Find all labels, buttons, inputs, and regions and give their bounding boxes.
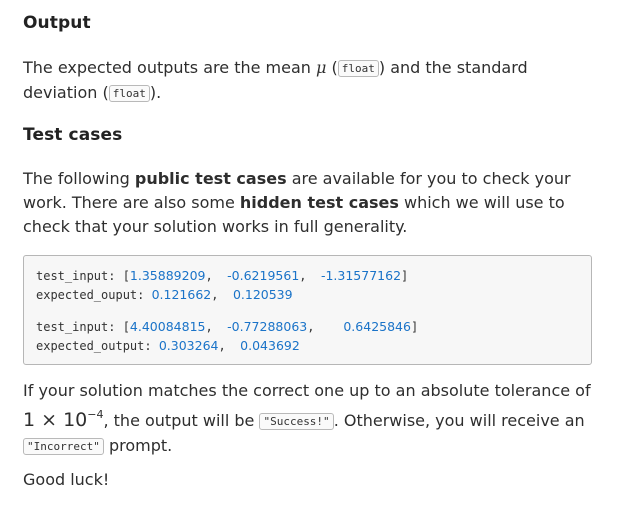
tolerance-base: 1 × 10 — [23, 409, 88, 431]
code-number: 0.120539 — [232, 287, 293, 302]
code-label: test_input: [ — [36, 320, 130, 334]
success-literal-code: "Success!" — [259, 413, 334, 430]
tolerance-text: . Otherwise, you will receive an — [333, 411, 585, 430]
tolerance-exponent: −4 — [87, 408, 104, 421]
hidden-test-cases-bold: hidden test cases — [239, 193, 399, 212]
tolerance-text: prompt. — [103, 436, 173, 455]
tolerance-text: , the output will be — [103, 411, 260, 430]
case1-input-line: test_input: [1.35889209, -0.6219561, -1.… — [36, 268, 409, 283]
output-text: The expected outputs are the mean — [23, 58, 316, 77]
float-type-code: float — [108, 85, 150, 102]
code-number: 4.40084815 — [129, 319, 206, 334]
case1-output-line: expected_ouput: 0.121662, 0.120539 — [36, 287, 293, 302]
code-number: -1.31577162 — [320, 268, 402, 283]
test-cases-code-block: test_input: [1.35889209, -0.6219561, -1.… — [23, 255, 592, 365]
test-cases-heading: Test cases — [23, 125, 123, 145]
output-text: ( — [326, 58, 338, 77]
code-label: expected_ouput: — [36, 288, 152, 302]
case2-input-line: test_input: [4.40084815, -0.77288063, 0.… — [36, 319, 419, 334]
incorrect-literal-code: "Incorrect" — [23, 438, 104, 455]
code-number: -0.6219561 — [227, 268, 300, 283]
code-number: 0.6425846 — [343, 319, 411, 334]
code-number: 0.121662 — [151, 287, 212, 302]
code-label: expected_output: — [36, 339, 159, 353]
code-number: 1.35889209 — [129, 268, 206, 283]
good-luck-text: Good luck! — [23, 470, 110, 489]
output-heading: Output — [23, 13, 91, 33]
public-test-cases-bold: public test cases — [134, 169, 287, 188]
mu-symbol: μ — [316, 58, 327, 77]
output-description: The expected outputs are the mean μ (flo… — [23, 56, 598, 106]
tolerance-description: If your solution matches the correct one… — [23, 379, 598, 459]
test-cases-description: The following public test cases are avai… — [23, 167, 598, 239]
float-type-code: float — [337, 60, 379, 77]
code-label: test_input: [ — [36, 269, 130, 283]
tolerance-value: 1 × 10−4 — [23, 408, 104, 431]
case2-output-line: expected_output: 0.303264, 0.043692 — [36, 338, 300, 353]
code-number: 0.303264 — [158, 338, 219, 353]
code-number: -0.77288063 — [227, 319, 308, 334]
code-number: 0.043692 — [240, 338, 300, 353]
output-text: ). — [149, 83, 162, 102]
test-text: The following — [23, 169, 135, 188]
tolerance-text: If your solution matches the correct one… — [23, 381, 591, 400]
